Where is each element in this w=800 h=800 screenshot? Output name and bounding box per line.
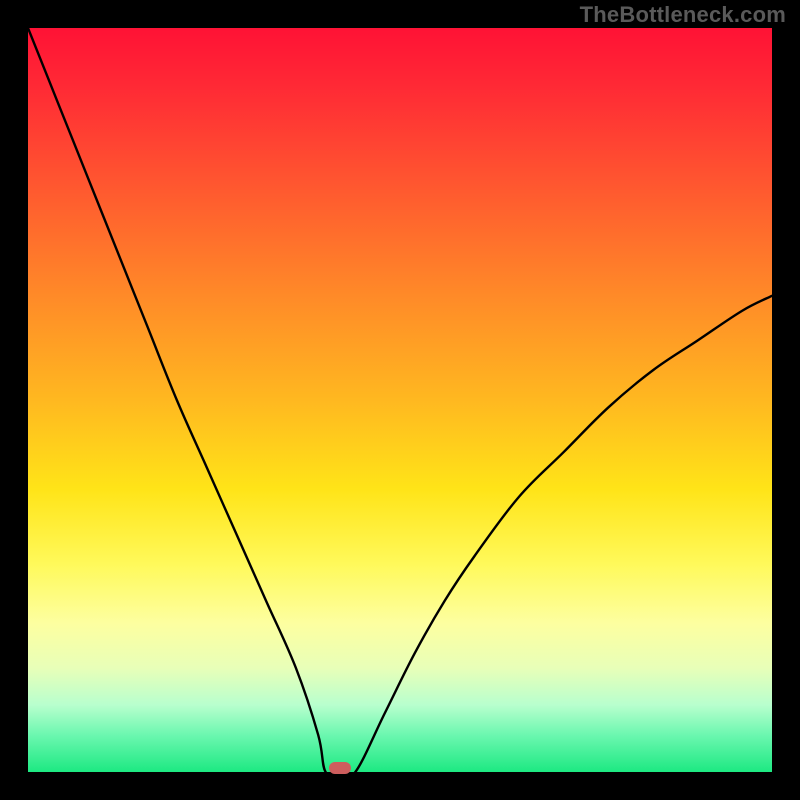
plot-area — [28, 28, 772, 772]
chart-frame: TheBottleneck.com — [0, 0, 800, 800]
minimum-marker — [329, 762, 351, 774]
watermark-text: TheBottleneck.com — [580, 2, 786, 28]
curve-path — [28, 28, 772, 772]
bottleneck-curve — [28, 28, 772, 772]
